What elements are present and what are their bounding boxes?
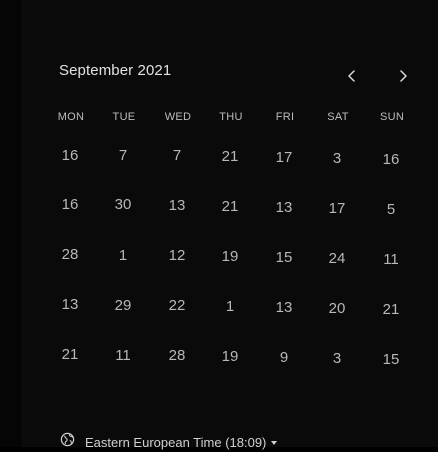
day-cell[interactable]: 22 [151, 292, 203, 318]
day-cell[interactable]: 13 [258, 194, 310, 220]
day-cell[interactable]: 19 [204, 343, 256, 369]
timezone-selector[interactable]: Eastern European Time (18:09) [60, 432, 278, 452]
day-cell[interactable]: 1 [97, 242, 149, 268]
day-cell[interactable]: 21 [44, 341, 96, 367]
day-cell[interactable]: 17 [311, 195, 363, 221]
day-cell[interactable]: 21 [365, 296, 417, 322]
day-cell[interactable]: 13 [151, 192, 203, 218]
day-cell[interactable]: 21 [204, 193, 256, 219]
day-cell[interactable]: 15 [258, 244, 310, 270]
calendar-day-grid: 16 7 7 21 17 3 16 16 30 13 21 13 17 5 28… [44, 142, 416, 372]
day-cell[interactable]: 3 [311, 145, 363, 171]
day-cell[interactable]: 9 [258, 344, 310, 370]
day-cell[interactable]: 5 [365, 196, 417, 222]
weekday-header-row: MON TUE WED THU FRI SAT SUN [44, 111, 416, 125]
side-panel-edge [0, 0, 23, 447]
day-cell[interactable]: 28 [151, 342, 203, 368]
caret-down-icon [271, 441, 278, 445]
day-cell[interactable]: 13 [258, 294, 310, 320]
day-cell[interactable]: 24 [311, 245, 363, 271]
month-title: September 2021 [59, 62, 172, 79]
weekday-sat: SAT [327, 111, 349, 123]
day-cell[interactable]: 11 [365, 246, 417, 272]
globe-icon [60, 432, 75, 452]
chevron-right-icon [398, 70, 408, 82]
day-cell[interactable]: 3 [311, 345, 363, 371]
chevron-left-icon [347, 70, 357, 82]
day-cell[interactable]: 7 [97, 142, 149, 168]
day-cell[interactable]: 21 [204, 143, 256, 169]
next-month-button[interactable] [391, 64, 415, 88]
day-cell[interactable]: 7 [151, 142, 203, 168]
day-cell[interactable]: 1 [204, 293, 256, 319]
day-cell[interactable]: 12 [151, 242, 203, 268]
timezone-label: Eastern European Time (18:09) [85, 434, 267, 450]
day-cell[interactable]: 15 [365, 346, 417, 372]
day-cell[interactable]: 29 [97, 292, 149, 318]
day-cell[interactable]: 30 [97, 191, 149, 217]
day-cell[interactable]: 16 [365, 146, 417, 172]
day-cell[interactable]: 13 [44, 291, 96, 317]
day-cell[interactable]: 28 [44, 241, 96, 267]
weekday-thu: THU [219, 111, 243, 123]
previous-month-button[interactable] [340, 64, 364, 88]
weekday-mon: MON [57, 111, 85, 123]
day-cell[interactable]: 19 [204, 243, 256, 269]
day-cell[interactable]: 11 [97, 342, 149, 368]
weekday-sun: SUN [379, 111, 405, 123]
weekday-wed: WED [164, 111, 192, 123]
weekday-fri: FRI [275, 111, 295, 123]
day-cell[interactable]: 16 [44, 191, 96, 217]
weekday-tue: TUE [112, 111, 136, 123]
day-cell[interactable]: 16 [44, 142, 96, 168]
day-cell[interactable]: 20 [311, 295, 363, 321]
day-cell[interactable]: 17 [258, 144, 310, 170]
